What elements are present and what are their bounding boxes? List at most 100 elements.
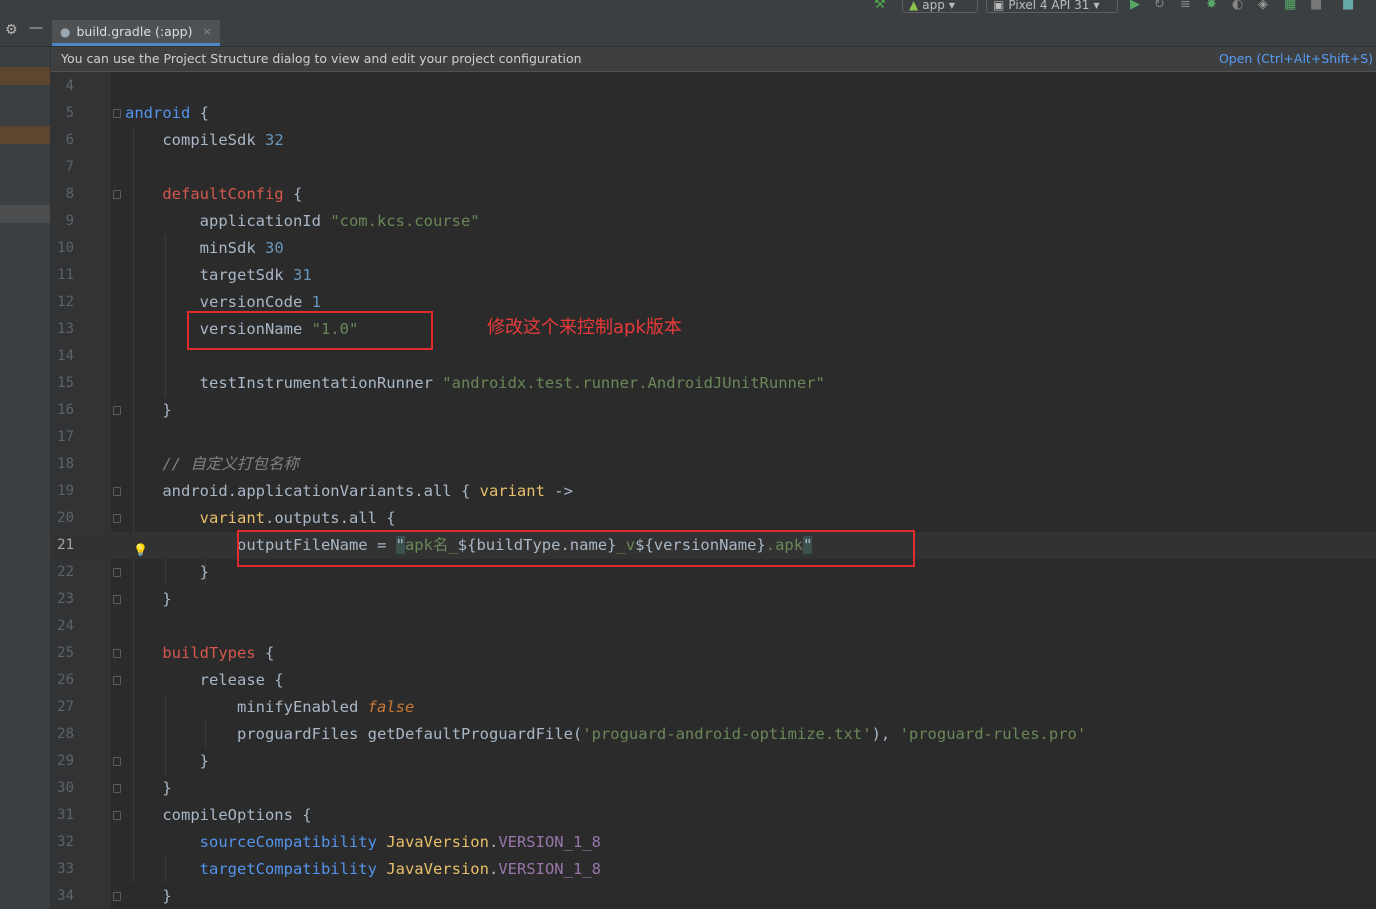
run-icon[interactable]: ▶	[1130, 0, 1140, 13]
run-config-dropdown[interactable]: ▲ app ▾	[902, 0, 978, 13]
apply-code-changes-icon[interactable]: ≡	[1180, 0, 1191, 13]
code-line[interactable]: 8 defaultConfig {	[51, 181, 1376, 208]
fold-toggle-icon[interactable]	[113, 676, 121, 685]
fold-toggle-icon[interactable]	[113, 190, 121, 199]
line-number: 20	[57, 510, 74, 526]
annotation-note: 修改这个来控制apk版本	[487, 317, 682, 338]
gear-icon[interactable]: ⚙	[5, 22, 18, 38]
device-dropdown[interactable]: ▣ Pixel 4 API 31 ▾	[986, 0, 1118, 13]
code-line[interactable]: 10 minSdk 30	[51, 235, 1376, 262]
code-line[interactable]: 18 // 自定义打包名称	[51, 451, 1376, 478]
tab-build-gradle[interactable]: ● build.gradle (:app) ×	[52, 20, 220, 46]
code-line[interactable]: 4	[51, 73, 1376, 100]
code-text: }	[125, 590, 172, 608]
code-text: targetCompatibility JavaVersion.VERSION_…	[199, 860, 601, 878]
code-line[interactable]: 16 }	[51, 397, 1376, 424]
fold-toggle-icon[interactable]	[113, 595, 121, 604]
code-line[interactable]: 11 targetSdk 31	[51, 262, 1376, 289]
attach-debugger-icon[interactable]: ◐	[1232, 0, 1243, 13]
device-manager-icon[interactable]: ■	[1342, 0, 1354, 13]
line-number: 22	[57, 564, 74, 580]
code-line[interactable]: 28 proguardFiles getDefaultProguardFile(…	[51, 721, 1376, 748]
fold-toggle-icon[interactable]	[113, 649, 121, 658]
code-text: android.applicationVariants.all { varian…	[125, 482, 573, 500]
code-line[interactable]: 7	[51, 154, 1376, 181]
code-line[interactable]: 23 }	[51, 586, 1376, 613]
debug-icon[interactable]: ✸	[1206, 0, 1217, 13]
code-line[interactable]: 25 buildTypes {	[51, 640, 1376, 667]
code-text: minSdk 30	[125, 239, 284, 257]
close-icon[interactable]: ×	[203, 25, 212, 38]
line-number: 9	[65, 213, 74, 229]
line-number: 31	[57, 807, 74, 823]
code-line[interactable]: 20 variant.outputs.all {	[51, 505, 1376, 532]
code-text: minifyEnabled false	[125, 698, 415, 716]
code-text: }	[125, 401, 172, 419]
line-number: 25	[57, 645, 74, 661]
line-number: 21	[57, 537, 74, 553]
code-line[interactable]: 26 release {	[51, 667, 1376, 694]
code-line[interactable]: 30 }	[51, 775, 1376, 802]
code-line[interactable]: 27 minifyEnabled false	[51, 694, 1376, 721]
project-panel-edge	[0, 47, 51, 909]
line-number: 17	[57, 429, 74, 445]
code-line[interactable]: 29 }	[51, 748, 1376, 775]
code-line[interactable]: 6 compileSdk 32	[51, 127, 1376, 154]
fold-toggle-icon[interactable]	[113, 406, 121, 415]
line-number: 4	[65, 78, 74, 94]
code-line[interactable]: 33 targetCompatibility JavaVersion.VERSI…	[51, 856, 1376, 883]
fold-toggle-icon[interactable]	[113, 568, 121, 577]
line-number: 18	[57, 456, 74, 472]
apply-changes-icon[interactable]: ↻	[1154, 0, 1165, 13]
fold-toggle-icon[interactable]	[113, 514, 121, 523]
code-text: defaultConfig {	[162, 185, 303, 203]
stop-icon[interactable]: ■	[1310, 0, 1322, 13]
line-number: 33	[57, 861, 74, 877]
code-line[interactable]: 17	[51, 424, 1376, 451]
line-number: 32	[57, 834, 74, 850]
search-highlight-marker	[0, 67, 50, 85]
fold-toggle-icon[interactable]	[113, 892, 121, 901]
code-text: }	[125, 752, 209, 770]
line-number: 10	[57, 240, 74, 256]
profile-icon[interactable]: ◈	[1258, 0, 1268, 13]
code-text: proguardFiles getDefaultProguardFile('pr…	[125, 725, 1087, 743]
code-text: compileOptions {	[125, 806, 312, 824]
minimize-icon[interactable]: —	[29, 20, 43, 36]
fold-toggle-icon[interactable]	[113, 109, 121, 118]
code-line[interactable]: 34 }	[51, 883, 1376, 909]
fold-toggle-icon[interactable]	[113, 784, 121, 793]
code-text: }	[125, 887, 172, 905]
code-text: applicationId "com.kcs.course"	[125, 212, 480, 230]
code-line[interactable]: 9 applicationId "com.kcs.course"	[51, 208, 1376, 235]
line-number: 12	[57, 294, 74, 310]
search-highlight-marker	[0, 126, 50, 144]
code-line[interactable]: 19 android.applicationVariants.all { var…	[51, 478, 1376, 505]
coverage-icon[interactable]: ▦	[1284, 0, 1296, 13]
code-line[interactable]: 32 sourceCompatibility JavaVersion.VERSI…	[51, 829, 1376, 856]
code-line[interactable]: 15 testInstrumentationRunner "androidx.t…	[51, 370, 1376, 397]
run-config-label: app	[922, 0, 945, 12]
code-text: sourceCompatibility JavaVersion.VERSION_…	[199, 833, 601, 851]
line-number: 7	[65, 159, 74, 175]
open-project-structure-link[interactable]: Open (Ctrl+Alt+Shift+S)	[1219, 47, 1373, 71]
line-number: 30	[57, 780, 74, 796]
code-line[interactable]: 24	[51, 613, 1376, 640]
fold-toggle-icon[interactable]	[113, 811, 121, 820]
line-number: 27	[57, 699, 74, 715]
line-number: 23	[57, 591, 74, 607]
line-number: 28	[57, 726, 74, 742]
fold-toggle-icon[interactable]	[113, 487, 121, 496]
editor-tab-bar: ⚙ — ● build.gradle (:app) ×	[0, 14, 1376, 47]
hammer-icon[interactable]: ⚒	[874, 0, 886, 13]
annotation-box-output-filename	[237, 530, 915, 567]
line-number: 26	[57, 672, 74, 688]
gradle-icon: ●	[60, 24, 71, 39]
code-text: }	[125, 563, 209, 581]
code-editor[interactable]: 4 5 android {6 compileSdk 32 7 8 defaultConf…	[51, 72, 1376, 909]
code-text: testInstrumentationRunner "androidx.test…	[125, 374, 825, 392]
code-line[interactable]: 31 compileOptions {	[51, 802, 1376, 829]
fold-toggle-icon[interactable]	[113, 757, 121, 766]
code-line[interactable]: 5 android {	[51, 100, 1376, 127]
line-number: 6	[65, 132, 74, 148]
